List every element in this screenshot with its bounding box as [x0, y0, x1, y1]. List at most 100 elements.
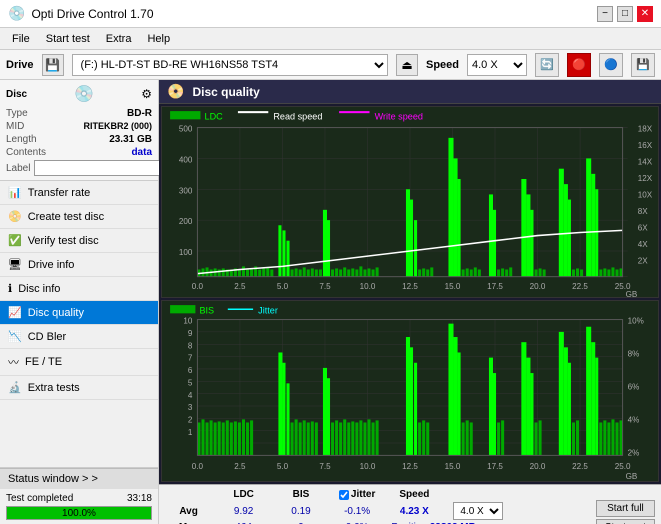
svg-text:2: 2 [188, 416, 193, 425]
contents-value[interactable]: data [131, 147, 152, 158]
nav-fe-te[interactable]: 〰 FE / TE [0, 349, 158, 376]
type-value: BD-R [127, 108, 152, 119]
nav-disc-quality[interactable]: 📈 Disc quality [0, 301, 158, 325]
svg-text:GB: GB [626, 472, 638, 481]
save-button[interactable]: 💾 [631, 53, 655, 77]
svg-text:15.0: 15.0 [445, 462, 461, 471]
menu-help[interactable]: Help [139, 31, 178, 47]
length-value: 23.31 GB [109, 134, 152, 145]
svg-text:2%: 2% [628, 449, 640, 458]
svg-text:10X: 10X [638, 190, 653, 199]
transfer-rate-icon: 📊 [8, 186, 22, 199]
speed-select[interactable]: 4.0 X [467, 54, 527, 76]
progress-time: 33:18 [127, 493, 152, 504]
eject-button[interactable]: ⏏ [396, 54, 418, 76]
progress-area: Test completed 33:18 100.0% [0, 489, 158, 524]
speed-select-small[interactable]: 4.0 X [453, 502, 503, 520]
svg-text:100: 100 [179, 248, 193, 257]
svg-text:8%: 8% [628, 350, 640, 359]
svg-text:4: 4 [188, 391, 193, 400]
fe-te-icon: 〰 [8, 354, 19, 370]
minimize-button[interactable]: − [597, 6, 613, 22]
nav-cd-bler[interactable]: 📉 CD Bler [0, 325, 158, 349]
chart-container: LDC Read speed Write speed [159, 104, 661, 484]
nav-cd-bler-label: CD Bler [28, 331, 67, 343]
nav-disc-info[interactable]: ℹ Disc info [0, 277, 158, 301]
svg-text:2.5: 2.5 [234, 462, 246, 471]
scan-button[interactable]: 🔵 [599, 53, 623, 77]
close-button[interactable]: ✕ [637, 6, 653, 22]
svg-text:5.0: 5.0 [277, 282, 289, 291]
bottom-stats-panel: LDC BIS Jitter Speed [159, 484, 661, 524]
svg-text:Jitter: Jitter [258, 306, 278, 316]
nav-verify-test-disc[interactable]: ✅ Verify test disc [0, 229, 158, 253]
svg-text:17.5: 17.5 [487, 282, 503, 291]
svg-text:0.0: 0.0 [192, 282, 204, 291]
nav-create-test-disc-label: Create test disc [28, 211, 104, 223]
svg-text:8: 8 [188, 342, 193, 351]
col-ldc-header: LDC [212, 488, 275, 501]
maximize-button[interactable]: □ [617, 6, 633, 22]
status-window-header[interactable]: Status window > > [0, 468, 158, 489]
svg-text:10.0: 10.0 [360, 282, 376, 291]
chart-bis: BIS Jitter [161, 300, 659, 482]
avg-ldc: 9.92 [212, 501, 275, 521]
label-input[interactable] [34, 160, 172, 176]
menu-extra[interactable]: Extra [98, 31, 140, 47]
title-bar: 💿 Opti Drive Control 1.70 − □ ✕ [0, 0, 661, 28]
svg-text:12.5: 12.5 [402, 462, 418, 471]
jitter-col: Jitter [327, 488, 387, 501]
verify-test-disc-icon: ✅ [8, 234, 22, 247]
drive-select[interactable]: (F:) HL-DT-ST BD-RE WH16NS58 TST4 [72, 54, 388, 76]
svg-text:12.5: 12.5 [402, 282, 418, 291]
svg-text:7.5: 7.5 [319, 282, 331, 291]
jitter-checkbox[interactable] [339, 490, 349, 500]
nav-verify-test-disc-label: Verify test disc [28, 235, 99, 247]
svg-text:6X: 6X [638, 223, 648, 232]
svg-text:Read speed: Read speed [273, 111, 322, 121]
svg-text:3: 3 [188, 403, 193, 412]
svg-text:9: 9 [188, 329, 193, 338]
chart-ldc: LDC Read speed Write speed [161, 106, 659, 298]
chart-bis-svg: BIS Jitter [162, 301, 658, 481]
svg-text:12X: 12X [638, 174, 653, 183]
disc-icon: 💿 [74, 84, 94, 104]
disc-quality-title: Disc quality [192, 85, 259, 99]
disc-info-icon: ℹ [8, 282, 12, 295]
nav-drive-info[interactable]: 🖥 Drive info [0, 253, 158, 277]
drive-icon-btn[interactable]: 💾 [42, 54, 64, 76]
disc-panel: Disc 💿 ⚙ Type BD-R MID RITEKBR2 (000) Le… [0, 80, 158, 181]
nav-transfer-rate-label: Transfer rate [28, 187, 91, 199]
svg-text:1: 1 [188, 428, 193, 437]
svg-text:6: 6 [188, 366, 193, 375]
avg-label: Avg [165, 501, 212, 521]
settings-button[interactable]: 🔴 [567, 53, 591, 77]
cd-bler-icon: 📉 [8, 330, 22, 343]
svg-text:20.0: 20.0 [530, 462, 546, 471]
action-buttons: Start full Start part [596, 500, 655, 524]
svg-text:22.5: 22.5 [572, 282, 588, 291]
nav-transfer-rate[interactable]: 📊 Transfer rate [0, 181, 158, 205]
status-window: Status window > > Test completed 33:18 1… [0, 467, 158, 524]
svg-text:2.5: 2.5 [234, 282, 246, 291]
main-layout: Disc 💿 ⚙ Type BD-R MID RITEKBR2 (000) Le… [0, 80, 661, 524]
svg-text:5.0: 5.0 [277, 462, 289, 471]
avg-jitter: -0.1% [327, 501, 387, 521]
nav-create-test-disc[interactable]: 📀 Create test disc [0, 205, 158, 229]
menu-start-test[interactable]: Start test [38, 31, 98, 47]
progress-bar: 100.0% [6, 506, 152, 520]
start-full-button[interactable]: Start full [596, 500, 655, 517]
svg-text:10: 10 [183, 317, 192, 326]
menu-file[interactable]: File [4, 31, 38, 47]
nav-extra-tests[interactable]: 🔬 Extra tests [0, 376, 158, 400]
svg-text:300: 300 [179, 186, 193, 195]
mid-value: RITEKBR2 (000) [83, 121, 152, 132]
svg-text:14X: 14X [638, 158, 653, 167]
svg-text:BIS: BIS [199, 306, 214, 316]
length-label: Length [6, 134, 37, 145]
svg-text:0.0: 0.0 [192, 462, 204, 471]
disc-quality-header-icon: 📀 [167, 83, 184, 100]
extra-tests-icon: 🔬 [8, 381, 22, 394]
start-part-button[interactable]: Start part [596, 519, 655, 524]
refresh-button[interactable]: 🔄 [535, 53, 559, 77]
